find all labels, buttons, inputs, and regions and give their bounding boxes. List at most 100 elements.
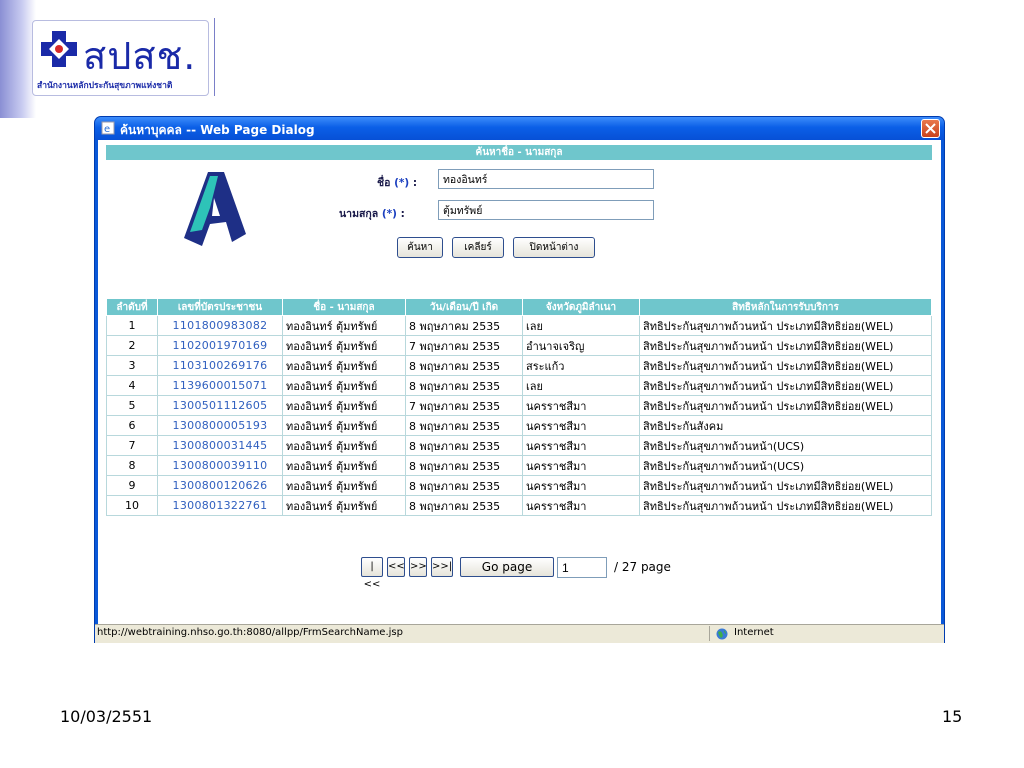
table-row: 3 1103100269176 ทองอินทร์ ตุ้มทรัพย์ 8 พ… xyxy=(106,355,932,376)
row-dob: 7 พฤษภาคม 2535 xyxy=(405,395,523,416)
table-row: 4 1139600015071 ทองอินทร์ ตุ้มทรัพย์ 8 พ… xyxy=(106,375,932,396)
col-header-province: จังหวัดภูมิลำเนา xyxy=(522,298,640,316)
row-province: อำนาจเจริญ xyxy=(522,335,640,356)
citizen-id-link[interactable]: 1300800005193 xyxy=(157,415,283,436)
last-page-button[interactable]: >>| xyxy=(431,557,453,577)
row-no: 1 xyxy=(106,315,158,336)
row-right: สิทธิประกันสังคม xyxy=(639,415,932,436)
col-header-no: ลำดับที่ xyxy=(106,298,158,316)
table-row: 7 1300800031445 ทองอินทร์ ตุ้มทรัพย์ 8 พ… xyxy=(106,435,932,456)
first-name-field[interactable] xyxy=(438,169,654,189)
citizen-id-link[interactable]: 1103100269176 xyxy=(157,355,283,376)
row-dob: 8 พฤษภาคม 2535 xyxy=(405,415,523,436)
table-row: 9 1300800120626 ทองอินทร์ ตุ้มทรัพย์ 8 พ… xyxy=(106,475,932,496)
row-right: สิทธิประกันสุขภาพถ้วนหน้า(UCS) xyxy=(639,435,932,456)
row-dob: 8 พฤษภาคม 2535 xyxy=(405,495,523,516)
clear-button[interactable]: เคลียร์ xyxy=(452,237,504,258)
table-row: 1 1101800983082 ทองอินทร์ ตุ้มทรัพย์ 8 พ… xyxy=(106,315,932,336)
table-row: 10 1300801322761 ทองอินทร์ ตุ้มทรัพย์ 8 … xyxy=(106,495,932,516)
first-name-label: ชื่อ (*) : xyxy=(377,177,418,189)
dialog-title: ค้นหาบุคคล -- Web Page Dialog xyxy=(120,123,315,137)
table-header-row: ลำดับที่ เลขที่บัตรประชาชน ชื่อ - นามสกุ… xyxy=(106,298,932,316)
citizen-id-link[interactable]: 1300501112605 xyxy=(157,395,283,416)
citizen-id-link[interactable]: 1300800031445 xyxy=(157,435,283,456)
row-right: สิทธิประกันสุขภาพถ้วนหน้า ประเภทมีสิทธิย… xyxy=(639,495,932,516)
security-zone: Internet xyxy=(709,626,942,641)
row-province: เลย xyxy=(522,315,640,336)
close-icon xyxy=(925,123,936,134)
first-page-button[interactable]: |<< xyxy=(361,557,383,590)
row-right: สิทธิประกันสุขภาพถ้วนหน้า(UCS) xyxy=(639,455,932,476)
row-name: ทองอินทร์ ตุ้มทรัพย์ xyxy=(282,475,406,496)
nhso-logo: สปสช. สำนักงานหลักประกันสุขภาพแห่งชาติ xyxy=(32,20,209,96)
col-header-dob: วัน/เดือน/ปี เกิด xyxy=(405,298,523,316)
row-right: สิทธิประกันสุขภาพถ้วนหน้า ประเภทมีสิทธิย… xyxy=(639,475,932,496)
citizen-id-link[interactable]: 1300800120626 xyxy=(157,475,283,496)
globe-icon xyxy=(716,628,728,640)
citizen-id-link[interactable]: 1139600015071 xyxy=(157,375,283,396)
row-dob: 8 พฤษภาคม 2535 xyxy=(405,455,523,476)
row-no: 3 xyxy=(106,355,158,376)
zone-label: Internet xyxy=(734,627,774,638)
search-button[interactable]: ค้นหา xyxy=(397,237,443,258)
row-dob: 8 พฤษภาคม 2535 xyxy=(405,475,523,496)
row-no: 6 xyxy=(106,415,158,436)
total-pages-text: / 27 page xyxy=(614,560,671,574)
row-name: ทองอินทร์ ตุ้มทรัพย์ xyxy=(282,435,406,456)
dialog-titlebar[interactable]: e ค้นหาบุคคล -- Web Page Dialog xyxy=(95,117,944,140)
status-url: http://webtraining.nhso.go.th:8080/allpp… xyxy=(97,627,403,638)
row-right: สิทธิประกันสุขภาพถ้วนหน้า ประเภทมีสิทธิย… xyxy=(639,375,932,396)
slide-page-number: 15 xyxy=(942,707,963,726)
row-name: ทองอินทร์ ตุ้มทรัพย์ xyxy=(282,495,406,516)
cross-emblem-icon xyxy=(41,31,77,67)
prev-page-button[interactable]: << xyxy=(387,557,405,577)
row-no: 7 xyxy=(106,435,158,456)
search-section-header: ค้นหาชื่อ - นามสกุล xyxy=(106,145,932,160)
row-no: 4 xyxy=(106,375,158,396)
svg-text:e: e xyxy=(104,124,110,135)
row-no: 10 xyxy=(106,495,158,516)
close-dialog-button[interactable]: ปิดหน้าต่าง xyxy=(513,237,595,258)
dialog-content: ค้นหาชื่อ - นามสกุล ชื่อ (*) : นามสกุล (… xyxy=(98,140,941,624)
row-dob: 8 พฤษภาคม 2535 xyxy=(405,315,523,336)
citizen-id-link[interactable]: 1101800983082 xyxy=(157,315,283,336)
row-name: ทองอินทร์ ตุ้มทรัพย์ xyxy=(282,355,406,376)
row-name: ทองอินทร์ ตุ้มทรัพย์ xyxy=(282,335,406,356)
citizen-id-link[interactable]: 1102001970169 xyxy=(157,335,283,356)
row-province: นครราชสีมา xyxy=(522,395,640,416)
col-header-name: ชื่อ - นามสกุล xyxy=(282,298,406,316)
row-province: นครราชสีมา xyxy=(522,435,640,456)
row-dob: 8 พฤษภาคม 2535 xyxy=(405,435,523,456)
go-page-button[interactable]: Go page xyxy=(460,557,554,577)
page-number-field[interactable] xyxy=(557,557,607,578)
citizen-id-link[interactable]: 1300801322761 xyxy=(157,495,283,516)
row-dob: 7 พฤษภาคม 2535 xyxy=(405,335,523,356)
citizen-id-link[interactable]: 1300800039110 xyxy=(157,455,283,476)
row-province: เลย xyxy=(522,375,640,396)
row-province: นครราชสีมา xyxy=(522,415,640,436)
row-dob: 8 พฤษภาคม 2535 xyxy=(405,375,523,396)
row-no: 5 xyxy=(106,395,158,416)
row-no: 9 xyxy=(106,475,158,496)
row-right: สิทธิประกันสุขภาพถ้วนหน้า ประเภทมีสิทธิย… xyxy=(639,395,932,416)
table-row: 5 1300501112605 ทองอินทร์ ตุ้มทรัพย์ 7 พ… xyxy=(106,395,932,416)
next-page-button[interactable]: >> xyxy=(409,557,427,577)
row-name: ทองอินทร์ ตุ้มทรัพย์ xyxy=(282,375,406,396)
close-window-button[interactable] xyxy=(921,119,940,138)
table-row: 2 1102001970169 ทองอินทร์ ตุ้มทรัพย์ 7 พ… xyxy=(106,335,932,356)
slide-accent-bar xyxy=(0,0,36,118)
row-name: ทองอินทร์ ตุ้มทรัพย์ xyxy=(282,315,406,336)
last-name-field[interactable] xyxy=(438,200,654,220)
results-table: ลำดับที่ เลขที่บัตรประชาชน ชื่อ - นามสกุ… xyxy=(106,298,932,516)
status-bar: http://webtraining.nhso.go.th:8080/allpp… xyxy=(95,624,944,643)
row-province: นครราชสีมา xyxy=(522,455,640,476)
row-dob: 8 พฤษภาคม 2535 xyxy=(405,355,523,376)
letter-a-graphic xyxy=(184,172,246,246)
results-body: 1 1101800983082 ทองอินทร์ ตุ้มทรัพย์ 8 พ… xyxy=(106,315,932,516)
row-name: ทองอินทร์ ตุ้มทรัพย์ xyxy=(282,395,406,416)
row-name: ทองอินทร์ ตุ้มทรัพย์ xyxy=(282,455,406,476)
row-right: สิทธิประกันสุขภาพถ้วนหน้า ประเภทมีสิทธิย… xyxy=(639,315,932,336)
search-person-dialog: e ค้นหาบุคคล -- Web Page Dialog ค้นหาชื่… xyxy=(95,117,944,643)
slide-date: 10/03/2551 xyxy=(60,707,153,726)
last-name-label: นามสกุล (*) : xyxy=(339,208,405,220)
